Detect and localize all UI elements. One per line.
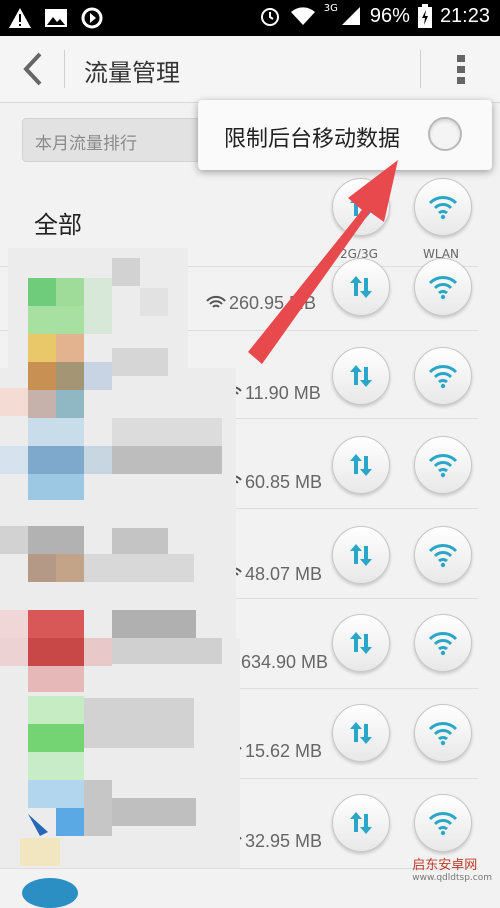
watermark-url: www.qdldtsp.com <box>412 873 492 883</box>
app-header: 流量管理 <box>0 36 500 103</box>
status-bar: 3G 96% 21:23 <box>0 0 500 36</box>
wifi-status-icon <box>290 7 315 25</box>
mobile-data-icon <box>350 365 372 387</box>
back-icon[interactable] <box>18 50 50 88</box>
app-mobile-toggle[interactable] <box>332 794 390 852</box>
app-wlan-toggle[interactable] <box>414 794 472 852</box>
wifi-icon <box>428 812 458 836</box>
wlan-usage-value: 11.90 MB <box>245 383 321 403</box>
app-wlan-toggle[interactable] <box>414 614 472 672</box>
image-icon <box>45 9 67 27</box>
wifi-icon <box>428 544 458 568</box>
app-mobile-toggle[interactable] <box>332 526 390 584</box>
page-title: 流量管理 <box>84 59 180 87</box>
wlan-usage-value: 60.85 MB <box>245 472 323 492</box>
pixelated-blur-overlay <box>0 248 240 868</box>
mobile-data-icon <box>350 544 372 566</box>
wlan-usage-value: 32.95 MB <box>245 831 323 851</box>
mobile-data-icon <box>350 196 372 218</box>
sync-icon <box>81 7 103 29</box>
mobile-data-icon <box>350 812 372 834</box>
alarm-icon <box>260 8 279 26</box>
all-label: 全部 <box>34 211 82 239</box>
limit-background-data-menu[interactable]: 限制后台移动数据 <box>198 100 492 170</box>
mobile-data-icon <box>350 454 372 476</box>
app-mobile-toggle[interactable] <box>332 258 390 316</box>
wlan-usage-value: 48.07 MB <box>245 564 323 584</box>
limit-background-data-label: 限制后台移动数据 <box>224 127 401 152</box>
header-divider <box>420 50 421 88</box>
battery-percent: 96% <box>369 4 410 27</box>
signal-icon <box>341 7 360 25</box>
app-mobile-toggle[interactable] <box>332 347 390 405</box>
mobile-data-icon <box>350 722 372 744</box>
ranking-selector[interactable]: 本月流量排行 <box>22 118 224 162</box>
wlan-usage-value: 260.95 MB <box>229 293 317 313</box>
network-type: 3G <box>323 2 338 14</box>
app-wlan-toggle[interactable] <box>414 258 472 316</box>
battery-charging-icon <box>417 4 432 28</box>
more-options-icon[interactable] <box>446 52 476 88</box>
all-wlan-toggle[interactable] <box>414 178 472 236</box>
wlan-usage-value: 634.90 MB <box>241 652 329 672</box>
app-wlan-toggle[interactable] <box>414 704 472 762</box>
app-mobile-toggle[interactable] <box>332 614 390 672</box>
all-mobile-toggle[interactable] <box>332 178 390 236</box>
mobile-data-icon <box>350 276 372 298</box>
app-wlan-toggle[interactable] <box>414 347 472 405</box>
wlan-usage-value: 15.62 MB <box>245 741 323 761</box>
wifi-icon <box>428 722 458 746</box>
watermark: 启东安卓网 www.qdldtsp.com <box>412 854 492 883</box>
clock: 21:23 <box>439 4 490 27</box>
wifi-icon <box>428 365 458 389</box>
warning-icon <box>9 8 31 28</box>
wifi-icon <box>428 454 458 478</box>
app-mobile-toggle[interactable] <box>332 704 390 762</box>
limit-background-data-checkbox[interactable] <box>428 117 462 151</box>
app-wlan-toggle[interactable] <box>414 436 472 494</box>
wifi-icon <box>428 632 458 656</box>
app-wlan-toggle[interactable] <box>414 526 472 584</box>
watermark-name: 启东安卓网 <box>412 858 478 873</box>
wifi-icon <box>428 276 458 300</box>
wifi-icon <box>428 196 458 220</box>
app-mobile-toggle[interactable] <box>332 436 390 494</box>
header-divider <box>64 50 65 88</box>
mobile-data-icon <box>350 632 372 654</box>
ranking-label: 本月流量排行 <box>35 134 137 154</box>
